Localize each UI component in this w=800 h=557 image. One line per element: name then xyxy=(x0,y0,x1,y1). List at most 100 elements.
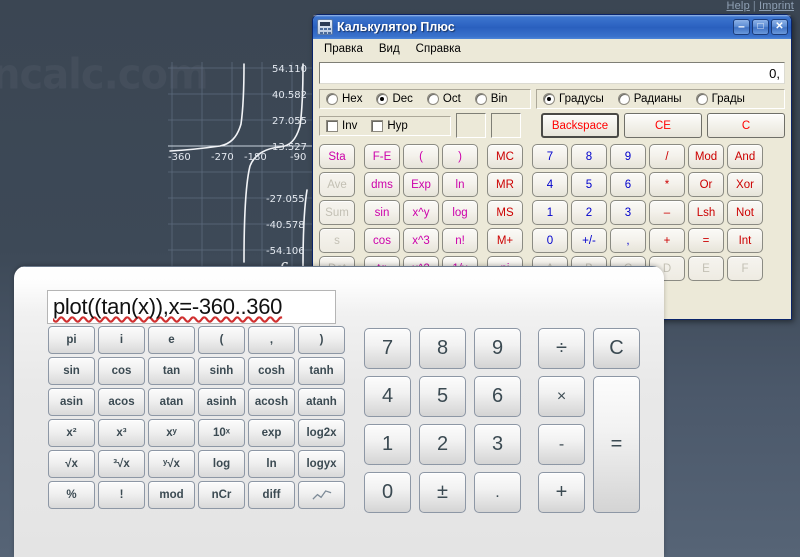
key-lparen[interactable]: ( xyxy=(403,144,439,169)
key-2[interactable]: 2 xyxy=(571,200,607,225)
fn-i[interactable]: i xyxy=(98,326,145,354)
key-or[interactable]: Or xyxy=(688,172,724,197)
key-5[interactable]: 5 xyxy=(571,172,607,197)
fn-cosh[interactable]: cosh xyxy=(248,357,295,385)
fn-sin[interactable]: sin xyxy=(48,357,95,385)
menu-item-help[interactable]: Справка xyxy=(409,41,468,57)
key-mc[interactable]: MC xyxy=(487,144,523,169)
key-mr[interactable]: MR xyxy=(487,172,523,197)
num-6[interactable]: 6 xyxy=(474,376,521,417)
num-1[interactable]: 1 xyxy=(364,424,411,465)
checkbox-inv[interactable]: Inv xyxy=(326,119,357,132)
fn-log[interactable]: log xyxy=(198,450,245,478)
key-1[interactable]: 1 xyxy=(532,200,568,225)
key-not[interactable]: Not xyxy=(727,200,763,225)
help-link[interactable]: Help xyxy=(726,0,749,12)
op-plus[interactable]: + xyxy=(538,472,585,513)
key-7[interactable]: 7 xyxy=(532,144,568,169)
radio-grads[interactable]: Грады xyxy=(695,93,745,105)
key-xor[interactable]: Xor xyxy=(727,172,763,197)
menu-item-view[interactable]: Вид xyxy=(372,41,407,57)
expression-input[interactable]: plot((tan(x)),x=-360..360 xyxy=(47,290,336,324)
key-ms[interactable]: MS xyxy=(487,200,523,225)
key-decimal[interactable]: , xyxy=(610,228,646,253)
key-mod[interactable]: Mod xyxy=(688,144,724,169)
key-3[interactable]: 3 xyxy=(610,200,646,225)
op-divide[interactable]: ÷ xyxy=(538,328,585,369)
fn-atan[interactable]: atan xyxy=(148,388,195,416)
key-8[interactable]: 8 xyxy=(571,144,607,169)
fn-exp[interactable]: exp xyxy=(248,419,295,447)
calculator-display[interactable]: 0, xyxy=(319,62,785,84)
key-sta[interactable]: Sta xyxy=(319,144,355,169)
fn-cbrt[interactable]: ³√x xyxy=(98,450,145,478)
key-xcubed[interactable]: x^3 xyxy=(403,228,439,253)
fn-tan[interactable]: tan xyxy=(148,357,195,385)
key-equals[interactable]: = xyxy=(688,228,724,253)
key-xpowy[interactable]: x^y xyxy=(403,200,439,225)
radio-degrees[interactable]: Градусы xyxy=(543,93,604,105)
radio-radians[interactable]: Радианы xyxy=(617,93,682,105)
fn-comma[interactable]: , xyxy=(248,326,295,354)
num-5[interactable]: 5 xyxy=(419,376,466,417)
fn-acos[interactable]: acos xyxy=(98,388,145,416)
fn-diff[interactable]: diff xyxy=(248,481,295,509)
radio-oct[interactable]: Oct xyxy=(426,93,461,105)
fn-lparen[interactable]: ( xyxy=(198,326,245,354)
key-factorial[interactable]: n! xyxy=(442,228,478,253)
fn-logyx[interactable]: logyx xyxy=(298,450,345,478)
menu-item-edit[interactable]: Правка xyxy=(317,41,370,57)
clear-entry-button[interactable]: CE xyxy=(624,113,702,138)
radio-hex[interactable]: Hex xyxy=(326,93,362,105)
fn-factorial[interactable]: ! xyxy=(98,481,145,509)
fn-acosh[interactable]: acosh xyxy=(248,388,295,416)
num-8[interactable]: 8 xyxy=(419,328,466,369)
fn-plot[interactable] xyxy=(298,481,345,509)
key-minus[interactable]: – xyxy=(649,200,685,225)
key-divide[interactable]: / xyxy=(649,144,685,169)
num-0[interactable]: 0 xyxy=(364,472,411,513)
fn-asinh[interactable]: asinh xyxy=(198,388,245,416)
fn-rparen[interactable]: ) xyxy=(298,326,345,354)
fn-atanh[interactable]: atanh xyxy=(298,388,345,416)
op-minus[interactable]: - xyxy=(538,424,585,465)
fn-x-pow-y[interactable]: xʸ xyxy=(148,419,195,447)
key-plus[interactable]: + xyxy=(649,228,685,253)
key-multiply[interactable]: * xyxy=(649,172,685,197)
fn-x-cubed[interactable]: x³ xyxy=(98,419,145,447)
fn-e[interactable]: e xyxy=(148,326,195,354)
imprint-link[interactable]: Imprint xyxy=(759,0,794,12)
fn-tanh[interactable]: tanh xyxy=(298,357,345,385)
fn-sqrt[interactable]: √x xyxy=(48,450,95,478)
key-sin[interactable]: sin xyxy=(364,200,400,225)
op-clear[interactable]: C xyxy=(593,328,640,369)
op-equals[interactable]: = xyxy=(593,376,640,513)
num-3[interactable]: 3 xyxy=(474,424,521,465)
fn-ten-pow-x[interactable]: 10ˣ xyxy=(198,419,245,447)
op-decimal[interactable]: . xyxy=(474,472,521,513)
fn-percent[interactable]: % xyxy=(48,481,95,509)
num-2[interactable]: 2 xyxy=(419,424,466,465)
maximize-button[interactable]: □ xyxy=(752,19,769,35)
key-fe[interactable]: F-E xyxy=(364,144,400,169)
key-int[interactable]: Int xyxy=(727,228,763,253)
key-9[interactable]: 9 xyxy=(610,144,646,169)
key-and[interactable]: And xyxy=(727,144,763,169)
window-titlebar[interactable]: Калькулятор Плюс – □ ✕ xyxy=(313,15,791,39)
key-log[interactable]: log xyxy=(442,200,478,225)
fn-asin[interactable]: asin xyxy=(48,388,95,416)
fn-pi[interactable]: pi xyxy=(48,326,95,354)
key-rparen[interactable]: ) xyxy=(442,144,478,169)
backspace-button[interactable]: Backspace xyxy=(541,113,619,138)
key-mplus[interactable]: M+ xyxy=(487,228,523,253)
key-dms[interactable]: dms xyxy=(364,172,400,197)
key-0[interactable]: 0 xyxy=(532,228,568,253)
fn-x-squared[interactable]: x² xyxy=(48,419,95,447)
key-4[interactable]: 4 xyxy=(532,172,568,197)
num-7[interactable]: 7 xyxy=(364,328,411,369)
fn-yroot[interactable]: ʸ√x xyxy=(148,450,195,478)
key-plusminus[interactable]: +/- xyxy=(571,228,607,253)
fn-sinh[interactable]: sinh xyxy=(198,357,245,385)
fn-mod[interactable]: mod xyxy=(148,481,195,509)
key-ln[interactable]: ln xyxy=(442,172,478,197)
